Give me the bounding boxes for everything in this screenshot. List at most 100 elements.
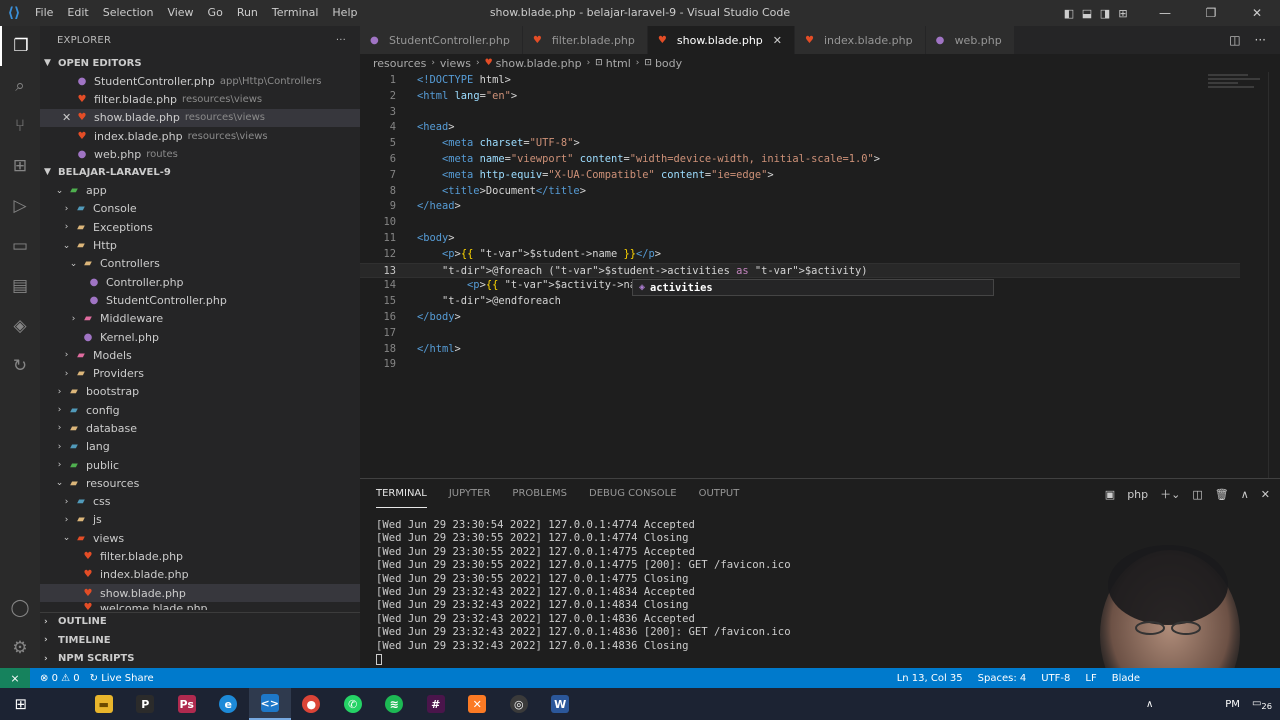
tree-folder[interactable]: › ▰ js	[40, 511, 360, 529]
tree-folder[interactable]: ⌄ ▰ Http	[40, 236, 360, 254]
tab-filter-blade[interactable]: ♥ filter.blade.php	[522, 26, 648, 54]
menu-view[interactable]: View	[160, 0, 200, 26]
code-line[interactable]: 6 <meta name="viewport" content="width=d…	[360, 152, 1240, 168]
open-editor-item[interactable]: ● StudentController.php app\Http\Control…	[40, 72, 360, 90]
breadcrumb-item[interactable]: views	[440, 57, 471, 70]
end-of-line[interactable]: LF	[1085, 673, 1096, 684]
open-editor-item[interactable]: ♥ filter.blade.php resources\views	[40, 90, 360, 108]
chrome-icon[interactable]: ●	[291, 688, 333, 720]
account-icon[interactable]: ◯	[0, 588, 40, 628]
code-line[interactable]: 11 <body>	[360, 231, 1240, 247]
menu-selection[interactable]: Selection	[96, 0, 161, 26]
code-line[interactable]: 4 <head>	[360, 120, 1240, 136]
code-line[interactable]: 18 </html>	[360, 342, 1240, 358]
tree-folder[interactable]: › ▰ Exceptions	[40, 218, 360, 236]
tab-debug-console[interactable]: DEBUG CONSOLE	[589, 481, 677, 507]
explorer-icon[interactable]: ❐	[0, 26, 40, 66]
word-icon[interactable]: W	[540, 688, 582, 720]
code-line[interactable]: 16 </body>	[360, 310, 1240, 326]
tab-web[interactable]: ● web.php	[925, 26, 1015, 54]
spotify-icon[interactable]: ≋	[374, 688, 416, 720]
open-editor-item[interactable]: ♥ index.blade.php resources\views	[40, 127, 360, 145]
open-editor-item[interactable]: ● web.php routes	[40, 145, 360, 163]
menu-go[interactable]: Go	[201, 0, 230, 26]
tree-file-active[interactable]: ♥ show.blade.php	[40, 584, 360, 603]
more-actions-icon[interactable]: ···	[1255, 33, 1266, 47]
maximize-panel-icon[interactable]: ∧	[1241, 488, 1249, 501]
live-share-status[interactable]: ↻ Live Share	[90, 673, 154, 684]
tab-index-blade[interactable]: ♥ index.blade.php	[795, 26, 926, 54]
tree-folder[interactable]: ⌄ ▰ Controllers	[40, 255, 360, 273]
code-line[interactable]: 12 <p>{{ "t-var">$student->name }}</p>	[360, 247, 1240, 263]
minimap[interactable]	[1208, 72, 1266, 102]
code-line[interactable]: 3	[360, 105, 1240, 121]
language-mode[interactable]: Blade	[1112, 673, 1140, 684]
kill-terminal-icon[interactable]: 🗑	[1215, 488, 1229, 501]
database-icon[interactable]: ▤	[0, 266, 40, 306]
app-p-icon[interactable]: P	[125, 688, 167, 720]
tree-folder[interactable]: › ▰ css	[40, 493, 360, 511]
file-explorer-icon[interactable]: ▬	[83, 688, 125, 720]
tree-folder[interactable]: › ▰ bootstrap	[40, 383, 360, 401]
encoding[interactable]: UTF-8	[1041, 673, 1070, 684]
tab-problems[interactable]: PROBLEMS	[512, 481, 567, 507]
more-actions-icon[interactable]: ···	[336, 35, 346, 46]
terminal-output[interactable]: [Wed Jun 29 23:30:54 2022] 127.0.0.1:477…	[376, 519, 791, 666]
breadcrumb-item[interactable]: resources	[373, 57, 426, 70]
search-icon[interactable]: ⌕	[0, 66, 40, 106]
tree-folder[interactable]: › ▰ config	[40, 401, 360, 419]
open-editor-item-active[interactable]: ✕ ♥ show.blade.php resources\views	[40, 108, 360, 127]
menu-run[interactable]: Run	[230, 0, 265, 26]
tree-file[interactable]: ♥ filter.blade.php	[40, 547, 360, 565]
breadcrumb-item[interactable]: show.blade.php	[496, 57, 582, 70]
tree-folder[interactable]: ⌄ ▰ views	[40, 529, 360, 547]
tree-folder[interactable]: › ▰ database	[40, 419, 360, 437]
terminal-shell-label[interactable]: php	[1127, 488, 1148, 501]
tree-folder[interactable]: › ▰ Middleware	[40, 310, 360, 328]
tree-folder[interactable]: › ▰ Models	[40, 346, 360, 364]
clock[interactable]: PM	[1225, 699, 1240, 710]
tree-folder[interactable]: ⌄ ▰ app	[40, 181, 360, 199]
toggle-sidebar-icon[interactable]: ◧	[1060, 7, 1078, 20]
tree-folder[interactable]: › ▰ Providers	[40, 364, 360, 382]
xampp-icon[interactable]: ✕	[457, 688, 499, 720]
docker-icon[interactable]: ◈	[0, 306, 40, 346]
close-editor-icon[interactable]: ✕	[62, 111, 71, 124]
tree-file[interactable]: ● Kernel.php	[40, 328, 360, 346]
menu-edit[interactable]: Edit	[60, 0, 95, 26]
code-line[interactable]: 9 </head>	[360, 199, 1240, 215]
code-line[interactable]: 10	[360, 215, 1240, 231]
code-line[interactable]: 17	[360, 326, 1240, 342]
close-tab-icon[interactable]: ✕	[773, 34, 782, 47]
close-button[interactable]: ✕	[1234, 6, 1280, 20]
suggestion-item[interactable]: activities	[650, 282, 713, 294]
suggestion-widget[interactable]: ◈ activities	[632, 279, 994, 296]
github-desktop-icon[interactable]: ◎	[498, 688, 540, 720]
tree-folder[interactable]: › ▰ public	[40, 456, 360, 474]
npm-scripts-section[interactable]: › NPM SCRIPTS	[40, 650, 360, 669]
phpstorm-icon[interactable]: Ps	[166, 688, 208, 720]
tab-jupyter[interactable]: JUPYTER	[449, 481, 491, 507]
windows-start-icon[interactable]: ⊞	[0, 688, 42, 720]
tree-file[interactable]: ● StudentController.php	[40, 291, 360, 309]
indentation[interactable]: Spaces: 4	[978, 673, 1027, 684]
outline-section[interactable]: › OUTLINE	[40, 613, 360, 632]
live-share-icon[interactable]: ↻	[0, 346, 40, 386]
code-line[interactable]: 2 <html lang="en">	[360, 89, 1240, 105]
open-editors-section[interactable]: ▼ OPEN EDITORS	[40, 54, 360, 72]
editor-scrollbar[interactable]	[1268, 72, 1280, 478]
close-panel-icon[interactable]: ✕	[1261, 488, 1270, 501]
problems-status[interactable]: ⊗ 0 ⚠ 0	[40, 673, 80, 684]
breadcrumb-item[interactable]: html	[606, 57, 631, 70]
split-terminal-icon[interactable]: ◫	[1192, 488, 1202, 501]
remote-icon[interactable]: ⨯	[0, 668, 30, 688]
split-editor-icon[interactable]: ◫	[1229, 33, 1240, 47]
code-line[interactable]: 19	[360, 357, 1240, 373]
customize-layout-icon[interactable]: ⊞	[1114, 7, 1132, 20]
code-line[interactable]: 15 "t-dir">@endforeach	[360, 294, 1240, 310]
new-terminal-icon[interactable]: ＋⌄	[1160, 486, 1180, 502]
minimize-button[interactable]: —	[1142, 6, 1188, 20]
tree-folder[interactable]: › ▰ lang	[40, 438, 360, 456]
notification-center-icon[interactable]: ▭26	[1252, 698, 1272, 711]
settings-gear-icon[interactable]: ⚙	[0, 628, 40, 668]
